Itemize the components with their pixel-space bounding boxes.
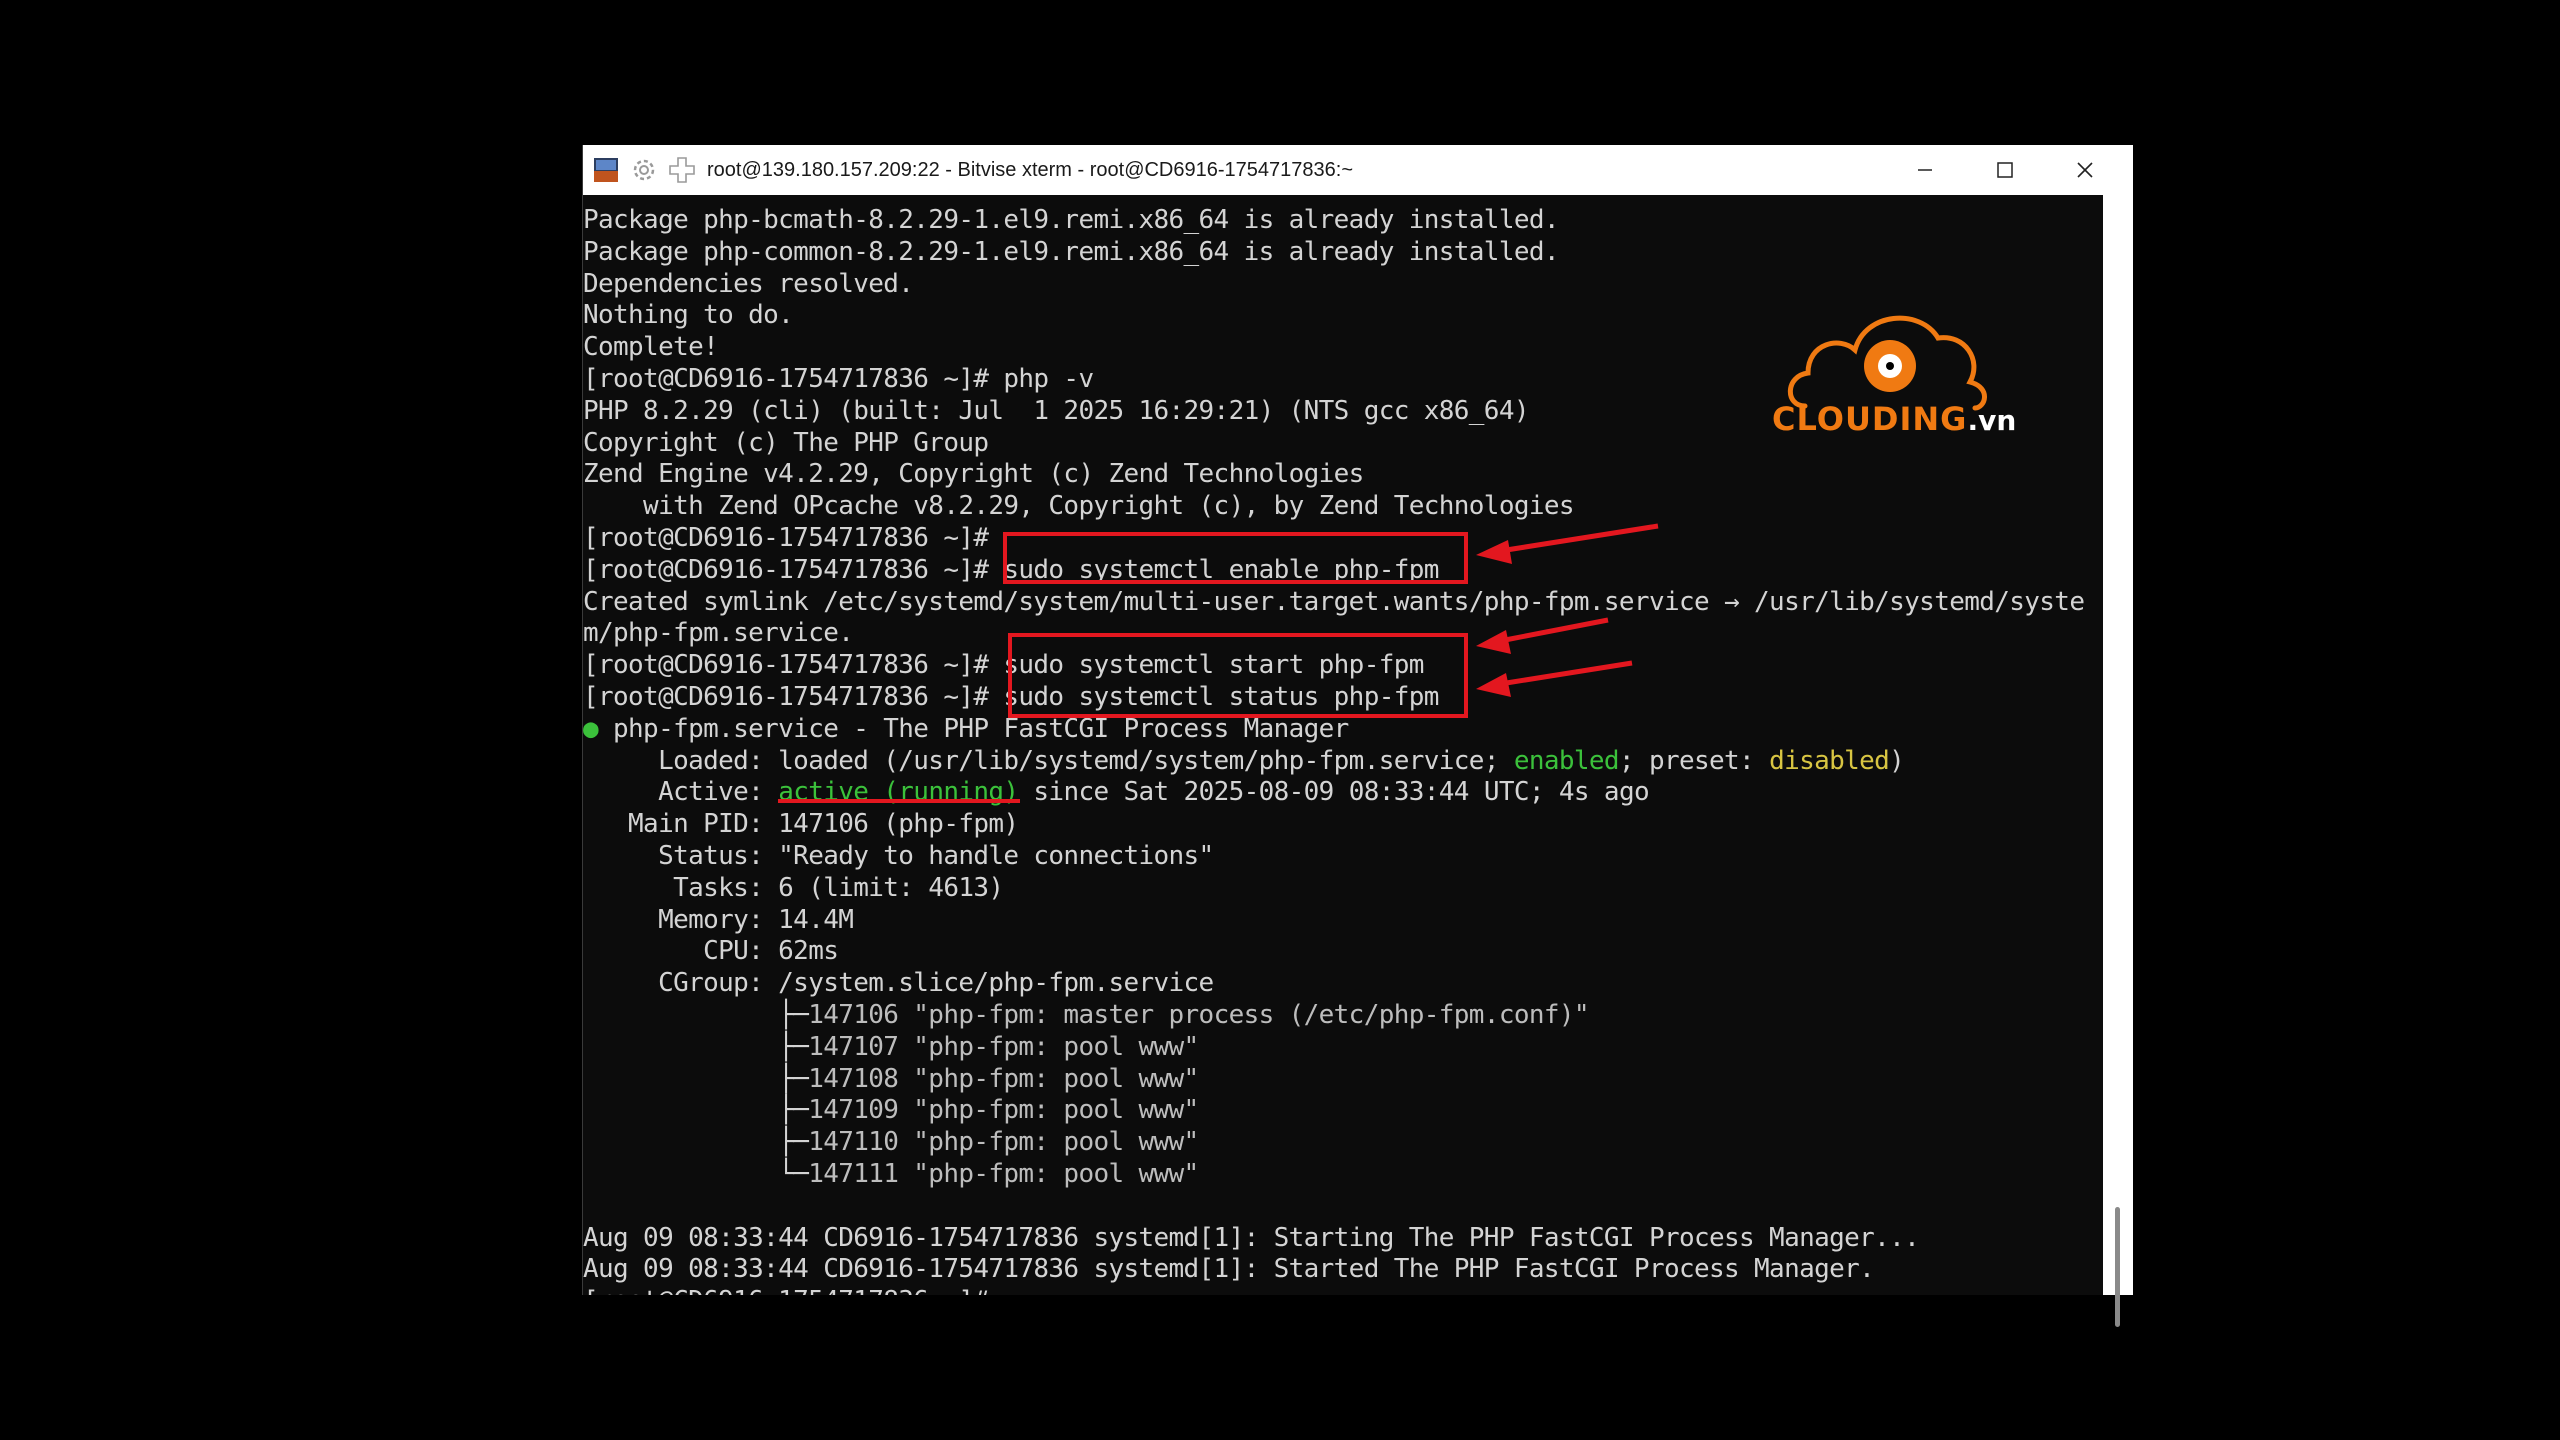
terminal-text-segment: ; preset:	[1618, 745, 1770, 776]
minimize-button[interactable]	[1885, 145, 1965, 195]
terminal-line: Tasks: 6 (limit: 4613)	[583, 872, 1004, 903]
terminal-text-segment: ├─	[583, 1063, 809, 1094]
terminal-text-segment: 147106 "php-fpm: master process (/etc/ph…	[808, 999, 1589, 1030]
logo-tld: .vn	[1967, 404, 2017, 437]
terminal-line: ├─147108 "php-fpm: pool www"	[583, 1064, 2084, 1096]
terminal-line: Memory: 14.4M	[583, 904, 854, 935]
highlight-start-status-commands	[1008, 633, 1468, 718]
terminal-line: Package php-bcmath-8.2.29-1.el9.remi.x86…	[583, 205, 1560, 235]
terminal-text-segment: )	[1889, 745, 1905, 776]
logo-brand: CLOUDING	[1772, 400, 1968, 438]
minimize-icon	[1918, 169, 1932, 171]
scrollbar-thumb[interactable]	[2115, 1207, 2120, 1327]
terminal-line: Zend Engine v4.2.29, Copyright (c) Zend …	[583, 459, 1364, 490]
terminal-text-segment: php-fpm.service - The PHP FastCGI Proces…	[613, 713, 1349, 744]
screenshot-stage: root@139.180.157.209:22 - Bitvise xterm …	[0, 0, 2560, 1440]
terminal-text-segment: active (running)	[778, 777, 1019, 808]
clouding-logo: CLOUDING.vn	[1770, 298, 2030, 448]
terminal-line: CGroup: /system.slice/php-fpm.service	[583, 968, 1214, 999]
terminal-text-segment: ├─	[583, 1127, 809, 1158]
terminal-text-segment: 147109 "php-fpm: pool www"	[808, 1095, 1199, 1126]
terminal-text-segment: 147110 "php-fpm: pool www"	[808, 1127, 1199, 1158]
window-title: root@139.180.157.209:22 - Bitvise xterm …	[707, 158, 1353, 181]
terminal-line: ├─147107 "php-fpm: pool www"	[583, 1032, 2084, 1064]
terminal-line: ├─147106 "php-fpm: master process (/etc/…	[583, 1000, 2084, 1032]
terminal-line: Created symlink /etc/systemd/system/mult…	[583, 586, 2085, 617]
bitvise-app-icon[interactable]	[591, 155, 621, 185]
terminal-text-segment: ├─	[583, 1095, 809, 1126]
terminal-text-segment: └─	[583, 1158, 809, 1189]
terminal-line: Package php-common-8.2.29-1.el9.remi.x86…	[583, 236, 1560, 267]
terminal-text-segment: 147107 "php-fpm: pool www"	[808, 1031, 1199, 1062]
terminal-text-segment: ●	[583, 713, 614, 744]
terminal-line: ├─147109 "php-fpm: pool www"	[583, 1095, 2084, 1127]
terminal-line: Loaded: loaded (/usr/lib/systemd/system/…	[583, 746, 2084, 778]
terminal-line: [root@CD6916-1754717836 ~]#	[583, 1286, 2084, 1295]
terminal-line: ├─147110 "php-fpm: pool www"	[583, 1127, 2084, 1159]
close-icon	[2077, 162, 2093, 178]
close-button[interactable]	[2045, 145, 2125, 195]
terminal-text-segment: disabled	[1769, 745, 1890, 776]
terminal-line: Dependencies resolved.	[583, 268, 914, 299]
gear-icon[interactable]	[629, 155, 659, 185]
highlight-enable-command	[1003, 532, 1468, 584]
terminal-text-segment: ├─	[583, 1031, 809, 1062]
terminal-line: Aug 09 08:33:44 CD6916-1754717836 system…	[583, 1222, 1920, 1253]
terminal-line: Aug 09 08:33:44 CD6916-1754717836 system…	[583, 1254, 1875, 1285]
maximize-icon	[1997, 162, 2013, 178]
scrollbar[interactable]	[2103, 195, 2133, 1327]
terminal-text-segment: 147111 "php-fpm: pool www"	[808, 1158, 1199, 1189]
terminal-line: Active: active (running) since Sat 2025-…	[583, 777, 2084, 809]
logo-wordmark: CLOUDING.vn	[1772, 400, 2016, 438]
new-terminal-icon[interactable]	[667, 155, 697, 185]
terminal-text-segment: ├─	[583, 999, 809, 1030]
terminal-text-segment: Loaded: loaded (/usr/lib/systemd/system/…	[583, 745, 1514, 776]
terminal-line: with Zend OPcache v8.2.29, Copyright (c)…	[583, 491, 1574, 522]
terminal-line: Status: "Ready to handle connections"	[583, 840, 1214, 871]
terminal-text-segment: since Sat 2025-08-09 08:33:44 UTC; 4s ag…	[1018, 777, 1649, 808]
terminal-text-segment: 147108 "php-fpm: pool www"	[808, 1063, 1199, 1094]
terminal-line: ● php-fpm.service - The PHP FastCGI Proc…	[583, 714, 2084, 746]
title-bar[interactable]: root@139.180.157.209:22 - Bitvise xterm …	[583, 145, 2133, 195]
terminal-line: Main PID: 147106 (php-fpm)	[583, 809, 1019, 840]
terminal-text-segment: Active:	[583, 777, 779, 808]
terminal-text-segment: enabled	[1513, 745, 1620, 776]
terminal-line: └─147111 "php-fpm: pool www"	[583, 1159, 2084, 1191]
terminal-line: CPU: 62ms	[583, 936, 839, 967]
maximize-button[interactable]	[1965, 145, 2045, 195]
